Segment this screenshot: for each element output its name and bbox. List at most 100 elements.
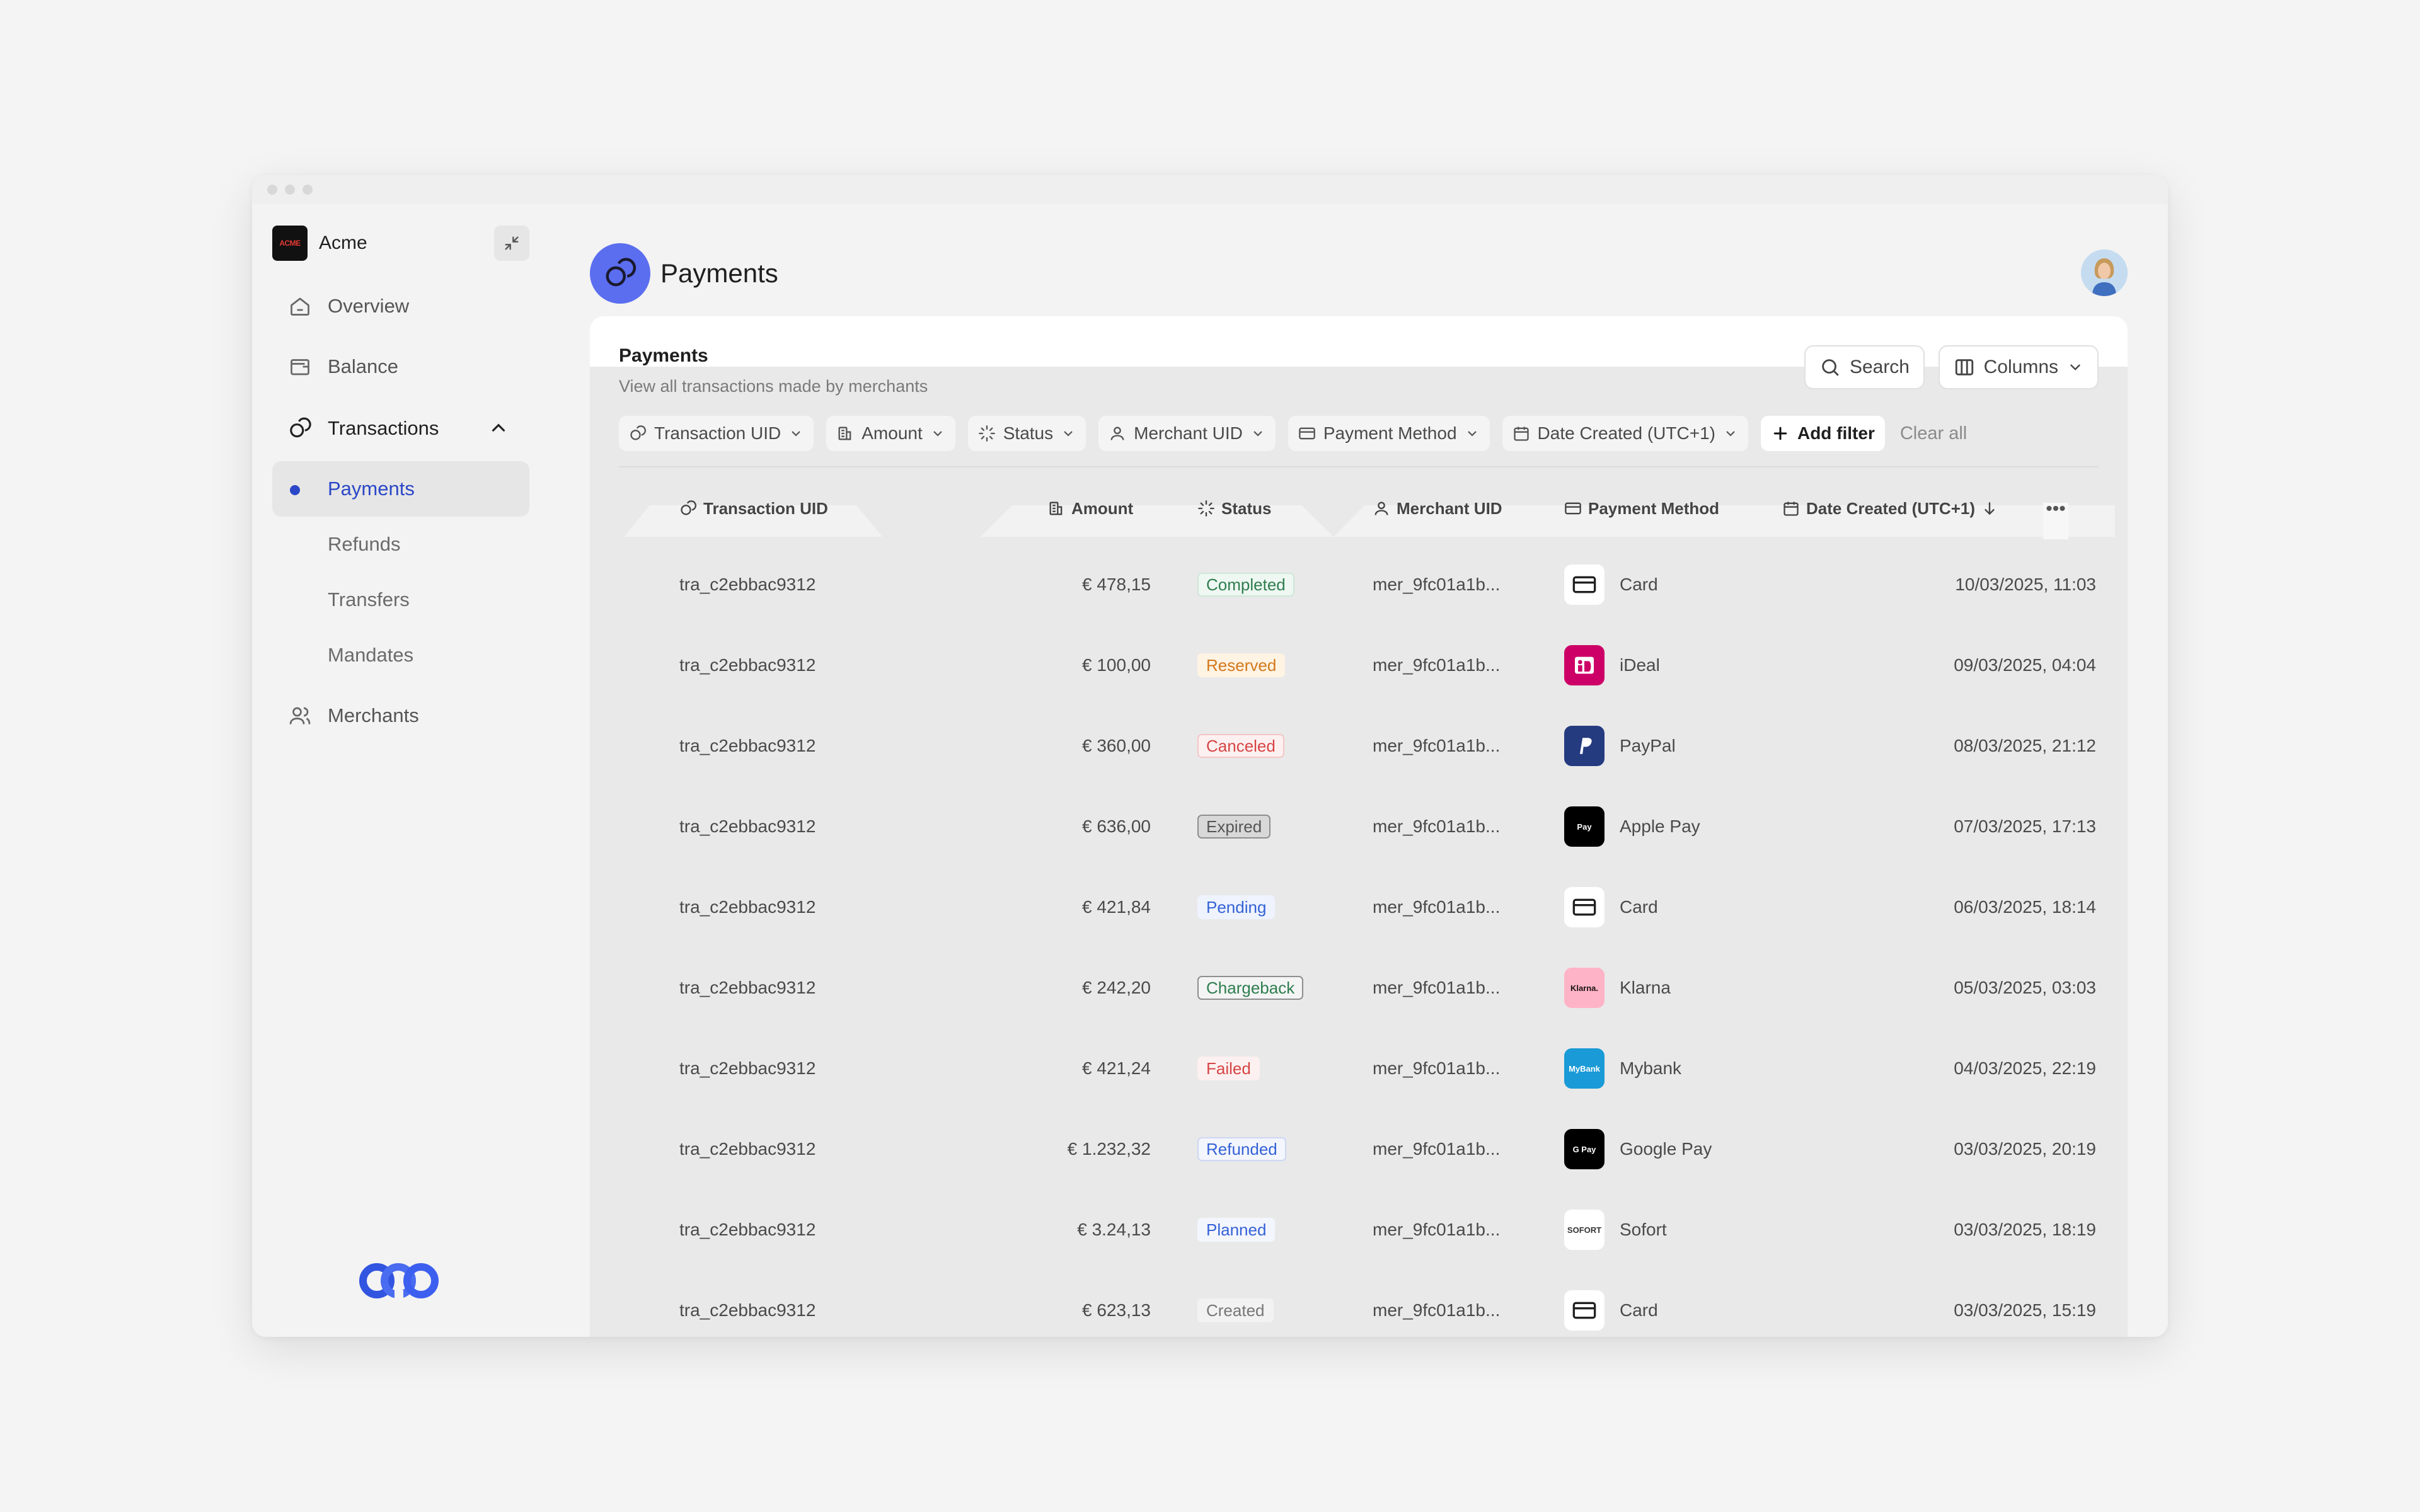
credit-card-icon	[1564, 887, 1605, 927]
sidebar-item-overview[interactable]: Overview	[272, 280, 529, 333]
column-header-amount[interactable]: Amount	[1047, 493, 1133, 524]
sidebar-subitem-transfers[interactable]: Transfers	[272, 572, 529, 627]
chevron-up-icon[interactable]	[488, 417, 509, 438]
window-titlebar	[252, 175, 2168, 204]
plus-icon	[1773, 427, 1787, 440]
merchant-uid-cell: mer_9fc01a1b...	[1373, 1058, 1501, 1078]
transaction-uid-cell: tra_c2ebbac9312	[679, 1139, 816, 1159]
column-header-transaction-uid[interactable]: Transaction UID	[679, 493, 828, 524]
table-row[interactable]: tra_c2ebbac9312 € 242,20 Chargeback mer_9fc…	[590, 948, 2128, 1028]
column-header-label: Merchant UID	[1397, 498, 1502, 518]
status-cell: Created	[1197, 1270, 1274, 1337]
column-header-label: Status	[1221, 498, 1272, 518]
merchant-uid-cell: mer_9fc01a1b...	[1373, 736, 1501, 755]
payment-method-cell: G Pay Google Pay	[1564, 1109, 1712, 1189]
table-row[interactable]: tra_c2ebbac9312 € 1.232,32 Refunded mer_9fc…	[590, 1109, 2128, 1189]
columns-button[interactable]: Columns	[1938, 345, 2099, 389]
date-created-cell: 03/03/2025, 20:19	[1954, 1139, 2096, 1159]
filter-merchant-uid[interactable]: Merchant UID	[1098, 416, 1276, 451]
date-created-cell: 06/03/2025, 18:14	[1954, 897, 2096, 917]
user-avatar-icon	[2081, 249, 2128, 296]
chevron-down-icon	[792, 431, 801, 437]
status-badge: Pending	[1197, 895, 1276, 919]
sidebar-item-merchants[interactable]: Merchants	[272, 689, 529, 742]
column-header-label: Transaction UID	[703, 498, 828, 518]
users-icon	[287, 703, 313, 728]
status-cell: Pending	[1197, 867, 1276, 948]
sidebar-subitem-payments[interactable]: Payments	[272, 461, 529, 517]
column-header-status[interactable]: Status	[1197, 493, 1271, 524]
table-row[interactable]: tra_c2ebbac9312 € 478,15 Completed mer_9fc0…	[590, 544, 2128, 625]
calendar-icon	[1783, 501, 1799, 516]
filter-transaction-uid[interactable]: Transaction UID	[619, 416, 814, 451]
status-badge: Expired	[1197, 815, 1271, 839]
add-filter-button[interactable]: Add filter	[1760, 416, 1885, 451]
page-title: Payments	[660, 258, 778, 288]
merchant-uid-cell: mer_9fc01a1b...	[1373, 1139, 1501, 1159]
amount-cell: € 623,13	[1082, 1300, 1151, 1320]
merchant-uid-cell: mer_9fc01a1b...	[1373, 816, 1501, 836]
table-row[interactable]: tra_c2ebbac9312 € 360,00 Canceled mer_9fc01…	[590, 706, 2128, 786]
status-badge: Reserved	[1197, 653, 1286, 677]
window-maximize-dot[interactable]	[302, 185, 313, 195]
paypal-logo-icon	[1564, 726, 1605, 766]
table-row[interactable]: tra_c2ebbac9312 € 623,13 Created mer_9fc01a…	[590, 1270, 2128, 1337]
filter-status[interactable]: Status	[967, 416, 1086, 451]
date-created-cell: 03/03/2025, 18:19	[1954, 1220, 2096, 1239]
search-button[interactable]: Search	[1804, 345, 1925, 389]
payments-card: Payments View all transactions made by m…	[590, 316, 2128, 1337]
window-close-dot[interactable]	[267, 185, 277, 195]
sidebar-subitem-mandates[interactable]: Mandates	[272, 627, 529, 683]
main-content: Payments Payments View all transactions …	[550, 204, 2168, 1337]
table-row[interactable]: tra_c2ebbac9312 € 421,84 Pending mer_9fc01a…	[590, 867, 2128, 948]
sidebar-item-balance[interactable]: Balance	[272, 340, 529, 393]
window-minimize-dot[interactable]	[285, 185, 295, 195]
filter-amount[interactable]: Amount	[826, 416, 955, 451]
table-row[interactable]: tra_c2ebbac9312 € 100,00 Reserved mer_9fc01…	[590, 625, 2128, 706]
apple-pay-logo-icon: Pay	[1564, 806, 1605, 847]
table-row[interactable]: tra_c2ebbac9312 € 421,24 Failed mer_9fc01a1…	[590, 1028, 2128, 1109]
column-header-date-created[interactable]: Date Created (UTC+1)	[1782, 493, 1998, 524]
brand-name: Acme	[319, 232, 367, 253]
calendar-icon	[1513, 427, 1529, 441]
klarna-logo-icon: Klarna.	[1564, 968, 1605, 1008]
payment-method-label: Klarna	[1620, 978, 1671, 997]
amount-cell: € 360,00	[1082, 736, 1151, 755]
collapse-sidebar-button[interactable]	[494, 226, 529, 261]
date-created-cell: 10/03/2025, 11:03	[1955, 575, 2096, 594]
date-created-cell: 04/03/2025, 22:19	[1954, 1058, 2096, 1078]
status-cell: Refunded	[1197, 1109, 1286, 1189]
filter-payment-method[interactable]: Payment Method	[1288, 416, 1490, 451]
search-label: Search	[1849, 357, 1910, 377]
transaction-uid-cell: tra_c2ebbac9312	[679, 575, 816, 594]
merchant-uid-cell: mer_9fc01a1b...	[1373, 1220, 1501, 1239]
user-avatar[interactable]	[2081, 249, 2128, 296]
transaction-uid-cell: tra_c2ebbac9312	[679, 655, 816, 675]
link-icon	[681, 500, 696, 515]
date-created-cell: 05/03/2025, 03:03	[1954, 978, 2096, 997]
page-icon	[590, 243, 650, 304]
sidebar-subitem-refunds[interactable]: Refunds	[272, 517, 529, 572]
google-pay-logo-icon: G Pay	[1564, 1129, 1605, 1169]
transaction-uid-cell: tra_c2ebbac9312	[679, 897, 816, 917]
credit-card-icon	[1564, 564, 1605, 605]
table-row[interactable]: tra_c2ebbac9312 € 3.24,13 Planned mer_9fc01…	[590, 1189, 2128, 1270]
filter-label: Status	[1003, 423, 1054, 443]
filter-date-created[interactable]: Date Created (UTC+1)	[1502, 416, 1748, 451]
table-row[interactable]: tra_c2ebbac9312 € 636,00 Expired mer_9fc01a…	[590, 786, 2128, 867]
transaction-uid-cell: tra_c2ebbac9312	[679, 1220, 816, 1239]
sidebar-item-transactions[interactable]: Transactions	[272, 402, 529, 455]
column-header-payment-method[interactable]: Payment Method	[1564, 493, 1719, 524]
amount-cell: € 636,00	[1082, 816, 1151, 836]
column-header-merchant-uid[interactable]: Merchant UID	[1373, 493, 1502, 524]
column-header-label: Date Created (UTC+1)	[1806, 498, 1976, 518]
payment-method-label: Google Pay	[1620, 1139, 1712, 1159]
clear-all-link[interactable]: Clear all	[1900, 423, 1967, 444]
amount-cell: € 100,00	[1082, 655, 1151, 675]
mybank-logo-icon: MyBank	[1564, 1048, 1605, 1089]
column-header-label: Amount	[1071, 498, 1134, 518]
more-options-button[interactable]: •••	[2043, 496, 2068, 522]
payment-method-label: Apple Pay	[1620, 816, 1700, 836]
brand-switcher[interactable]: ACME Acme	[272, 224, 529, 262]
merchant-uid-cell: mer_9fc01a1b...	[1373, 655, 1501, 675]
